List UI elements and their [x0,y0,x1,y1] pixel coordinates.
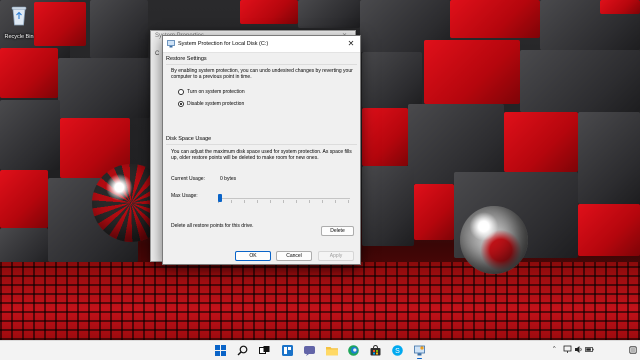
radio-label: Disable system protection [187,101,245,107]
shopping-bag-icon [370,345,381,356]
wallpaper-cube [0,170,48,228]
ok-button[interactable]: OK [235,251,271,261]
close-icon[interactable]: ✕ [346,38,356,49]
radio-disable-protection[interactable]: Disable system protection [178,100,244,108]
chat-icon[interactable] [303,344,316,357]
slider-thumb[interactable] [218,194,222,202]
wallpaper-cube [520,50,640,112]
cancel-button[interactable]: Cancel [276,251,312,261]
delete-restore-points-text: Delete all restore points for this drive… [171,223,254,229]
system-protection-dialog: System Protection for Local Disk (C:) ✕ … [162,35,361,265]
apply-button[interactable]: Apply [318,251,354,261]
notification-icon[interactable] [629,346,637,354]
tray-overflow-chevron[interactable]: ^ [553,346,556,352]
radio-turn-on-protection[interactable]: Turn on system protection [178,88,245,96]
task-view-icon[interactable] [258,344,271,357]
divider [166,144,357,145]
wallpaper-sphere [460,206,528,274]
slider-track[interactable] [218,198,350,199]
widgets-glyph-icon [282,345,293,356]
wallpaper-cube [0,48,58,98]
dialog-titlebar[interactable]: System Protection for Local Disk (C:) ✕ [163,36,360,53]
taskbar: S ^ [0,340,640,360]
wallpaper-cube [578,112,640,204]
wallpaper-cube [504,112,578,172]
edge-browser-icon [348,345,359,356]
wallpaper-cube [362,108,408,166]
wallpaper-cube [362,166,414,246]
skype-logo-icon: S [392,345,403,356]
wallpaper-floor [0,262,640,340]
dialog-title: System Protection for Local Disk (C:) [178,41,269,47]
widgets-icon[interactable] [281,344,294,357]
start-icon[interactable] [214,344,227,357]
wallpaper-cube [34,2,86,46]
max-usage-label: Max Usage: [171,193,198,199]
recycle-bin-icon [11,6,27,26]
folder-icon [325,347,338,356]
restore-settings-description: By enabling system protection, you can u… [171,68,353,81]
current-usage-label: Current Usage: [171,176,205,182]
radio-button[interactable] [178,89,184,95]
svg-text:S: S [395,348,400,355]
task-view-glyph-icon [259,346,270,354]
disk-space-heading: Disk Space Usage [166,136,212,142]
wallpaper-cube [0,100,60,170]
wallpaper-cube [240,0,298,24]
wallpaper-cube [90,0,148,58]
delete-button[interactable]: Delete [321,226,354,236]
windows-logo-icon [215,345,226,356]
network-icon[interactable] [563,345,572,354]
teams-chat-icon [304,346,315,356]
wallpaper-cube [298,0,360,28]
skype-icon[interactable]: S [391,344,404,357]
edge-icon[interactable] [347,344,360,357]
wallpaper-cube [414,184,454,240]
wallpaper-cube [362,52,422,108]
system-protection-icon [167,40,175,48]
recycle-bin-shortcut[interactable]: Recycle Bin [2,4,36,40]
search-icon[interactable] [236,344,249,357]
wallpaper-cube [578,204,640,256]
radio-label: Turn on system protection [187,89,245,95]
control-panel-icon[interactable] [413,344,426,359]
radio-button[interactable] [178,101,184,107]
magnifier-icon [237,345,248,356]
file-explorer-icon[interactable] [325,344,338,357]
battery-icon[interactable] [585,345,594,354]
system-properties-app-icon [414,345,425,356]
system-properties-text-fragment: C [155,51,160,57]
current-usage-value: 0 bytes [220,176,237,182]
wallpaper-cube [600,0,640,14]
divider [166,64,357,65]
slider-ticks [218,200,350,203]
recycle-bin-label: Recycle Bin [4,34,34,40]
disk-space-description: You can adjust the maximum disk space us… [171,149,352,162]
speaker-icon[interactable] [574,345,583,354]
wallpaper-cube [424,40,520,104]
restore-settings-heading: Restore Settings [166,56,207,62]
wallpaper-cube [450,0,540,38]
wallpaper-cube [58,58,150,118]
max-usage-slider[interactable] [218,194,350,203]
store-icon[interactable] [369,344,382,357]
